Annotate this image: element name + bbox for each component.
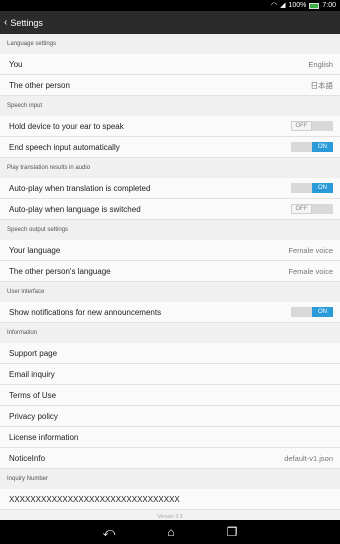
setting-hold-to-speak[interactable]: Hold device to your ear to speak OFF	[0, 116, 340, 137]
setting-other-language[interactable]: The other person 日本語	[0, 75, 340, 96]
chevron-left-icon[interactable]: ‹	[4, 17, 7, 28]
setting-value: Female voice	[288, 266, 333, 276]
back-arrow-icon[interactable]: ⤺	[103, 520, 116, 544]
section-header-language: Language settings	[0, 34, 340, 54]
license-information-link[interactable]: License information	[0, 427, 340, 448]
clock: 7:00	[322, 2, 336, 9]
toggle-state: ON	[312, 307, 333, 317]
setting-label: Your language	[9, 245, 61, 255]
terms-of-use-link[interactable]: Terms of Use	[0, 385, 340, 406]
setting-label: Hold device to your ear to speak	[9, 121, 124, 131]
section-header-information: Information	[0, 323, 340, 343]
section-header-inquiry-number: Inquiry Number	[0, 469, 340, 489]
privacy-policy-link[interactable]: Privacy policy	[0, 406, 340, 427]
setting-label: The other person	[9, 80, 70, 90]
toggle-state: OFF	[291, 121, 312, 131]
battery-percent: 100%	[288, 2, 307, 9]
setting-you-language[interactable]: You English	[0, 54, 340, 75]
inquiry-number-row: XXXXXXXXXXXXXXXXXXXXXXXXXXXXXXXX	[0, 489, 340, 510]
toggle-switch[interactable]: ON	[291, 183, 333, 193]
toggle-state: ON	[312, 142, 333, 152]
action-bar: ‹ Settings	[0, 11, 340, 34]
setting-label: Email inquiry	[9, 369, 55, 379]
section-header-speech-input: Speech input	[0, 96, 340, 116]
setting-value: Female voice	[288, 245, 333, 255]
setting-value: English	[308, 59, 333, 69]
home-icon[interactable]: ⌂	[167, 520, 174, 544]
section-header-user-interface: User interface	[0, 282, 340, 302]
status-bar: ◠ ◢ 100% 7:00	[0, 0, 340, 11]
setting-other-voice[interactable]: The other person's language Female voice	[0, 261, 340, 282]
email-inquiry-link[interactable]: Email inquiry	[0, 364, 340, 385]
toggle-state: ON	[312, 183, 333, 193]
setting-autoplay-switched[interactable]: Auto-play when language is switched OFF	[0, 199, 340, 220]
toggle-switch[interactable]: OFF	[291, 121, 333, 131]
section-header-speech-output: Speech output settings	[0, 220, 340, 240]
recents-icon[interactable]: ❐	[227, 520, 238, 544]
setting-label: Show notifications for new announcements	[9, 307, 162, 317]
toggle-switch[interactable]: ON	[291, 142, 333, 152]
battery-icon	[309, 2, 320, 9]
setting-label: Auto-play when language is switched	[9, 204, 141, 214]
toggle-switch[interactable]: OFF	[291, 204, 333, 214]
toggle-switch[interactable]: ON	[291, 307, 333, 317]
setting-your-voice[interactable]: Your language Female voice	[0, 240, 340, 261]
inquiry-number: XXXXXXXXXXXXXXXXXXXXXXXXXXXXXXXX	[9, 494, 180, 504]
settings-list[interactable]: Language settings You English The other …	[0, 34, 340, 520]
setting-label: The other person's language	[9, 266, 111, 276]
wifi-icon: ◠	[270, 2, 278, 9]
setting-show-notifications[interactable]: Show notifications for new announcements…	[0, 302, 340, 323]
version-text: Version 3.3	[157, 514, 183, 520]
notice-info-row[interactable]: NoticeInfo default-v1.json	[0, 448, 340, 469]
setting-label: Privacy policy	[9, 411, 58, 421]
navigation-bar: ⤺ ⌂ ❐	[0, 520, 340, 544]
section-header-play-translation: Play translation results in audio	[0, 158, 340, 178]
setting-label: Terms of Use	[9, 390, 57, 400]
setting-label: NoticeInfo	[9, 453, 46, 463]
setting-value: default-v1.json	[284, 453, 333, 463]
setting-autoplay-completed[interactable]: Auto-play when translation is completed …	[0, 178, 340, 199]
setting-label: You	[9, 59, 23, 69]
setting-label: Support page	[9, 348, 58, 358]
setting-label: License information	[9, 432, 79, 442]
setting-label: Auto-play when translation is completed	[9, 183, 151, 193]
signal-icon: ◢	[280, 2, 286, 9]
toggle-state: OFF	[291, 204, 312, 214]
setting-value: 日本語	[310, 80, 334, 90]
setting-label: End speech input automatically	[9, 142, 120, 152]
support-page-link[interactable]: Support page	[0, 343, 340, 364]
setting-end-speech-input[interactable]: End speech input automatically ON	[0, 137, 340, 158]
page-title: Settings	[10, 17, 43, 28]
